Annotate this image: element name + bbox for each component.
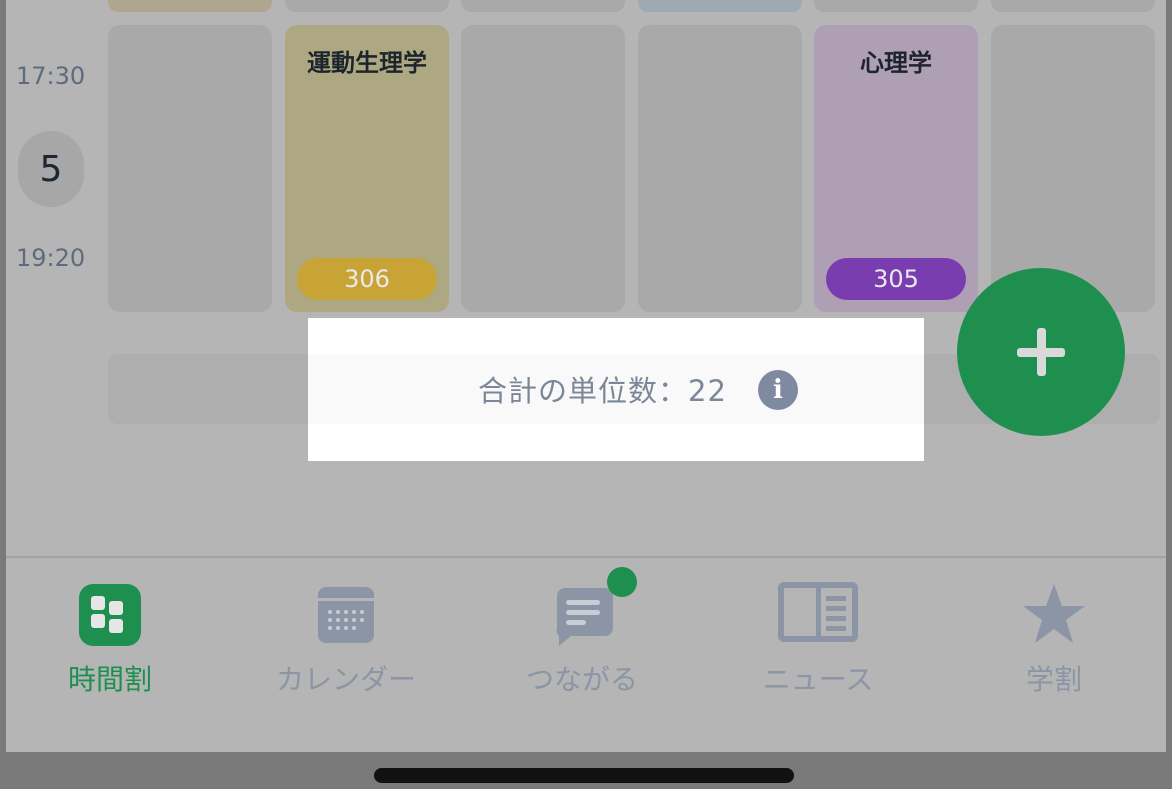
star-icon <box>1021 582 1087 648</box>
newspaper-icon <box>778 582 858 648</box>
notification-badge <box>607 567 637 597</box>
period-start-time: 17:30 <box>16 62 86 90</box>
course-title: 運動生理学 <box>307 49 427 77</box>
timetable-cell-empty[interactable] <box>461 25 625 312</box>
chat-bubble-icon <box>549 567 637 648</box>
tab-label: 学割 <box>1025 663 1082 696</box>
previous-row-cell[interactable] <box>285 0 449 12</box>
previous-row-cell[interactable] <box>461 0 625 12</box>
timetable-cell-course[interactable]: 運動生理学 306 <box>285 25 449 312</box>
tab-label: ニュース <box>762 663 874 696</box>
tab-news[interactable]: ニュース <box>702 558 934 748</box>
home-indicator[interactable] <box>374 768 794 783</box>
calendar-icon <box>313 582 379 648</box>
timetable-grid-icon <box>77 582 143 648</box>
info-icon[interactable]: i <box>758 370 798 410</box>
course-title: 心理学 <box>860 49 932 77</box>
previous-row-cell[interactable] <box>638 0 802 12</box>
bottom-tab-bar: 時間割 カレンダー つながる ニュース 学割 <box>6 558 1166 752</box>
tab-calendar[interactable]: カレンダー <box>230 558 462 748</box>
tab-timetable[interactable]: 時間割 <box>6 558 226 748</box>
period-end-time: 19:20 <box>16 244 86 272</box>
total-credits-label: 合計の単位数：22 <box>478 374 727 408</box>
tab-label: 時間割 <box>67 663 152 696</box>
previous-row-cell[interactable] <box>814 0 978 12</box>
credits-spotlight: 合計の単位数：22 i <box>308 318 924 461</box>
room-badge: 305 <box>826 258 966 300</box>
timetable-cell-course[interactable]: 心理学 305 <box>814 25 978 312</box>
previous-row-cell[interactable] <box>991 0 1155 12</box>
tab-student-discount[interactable]: 学割 <box>938 558 1166 748</box>
plus-icon-stroke <box>1036 328 1046 376</box>
tab-label: カレンダー <box>275 663 416 696</box>
tab-connect[interactable]: つながる <box>466 558 698 748</box>
add-course-button[interactable] <box>957 268 1125 436</box>
timetable-cell-empty[interactable] <box>991 25 1155 312</box>
previous-row-cell[interactable] <box>108 0 272 12</box>
app-screen: 17:30 5 19:20 運動生理学 306 心理学 305 合計の単位数：2… <box>6 0 1166 752</box>
timetable-cell-empty[interactable] <box>108 25 272 312</box>
room-badge: 306 <box>297 258 437 300</box>
period-number: 5 <box>18 131 84 207</box>
tab-label: つながる <box>525 663 638 696</box>
timetable-cell-empty[interactable] <box>638 25 802 312</box>
credits-row: 合計の単位数：22 i <box>308 355 924 424</box>
